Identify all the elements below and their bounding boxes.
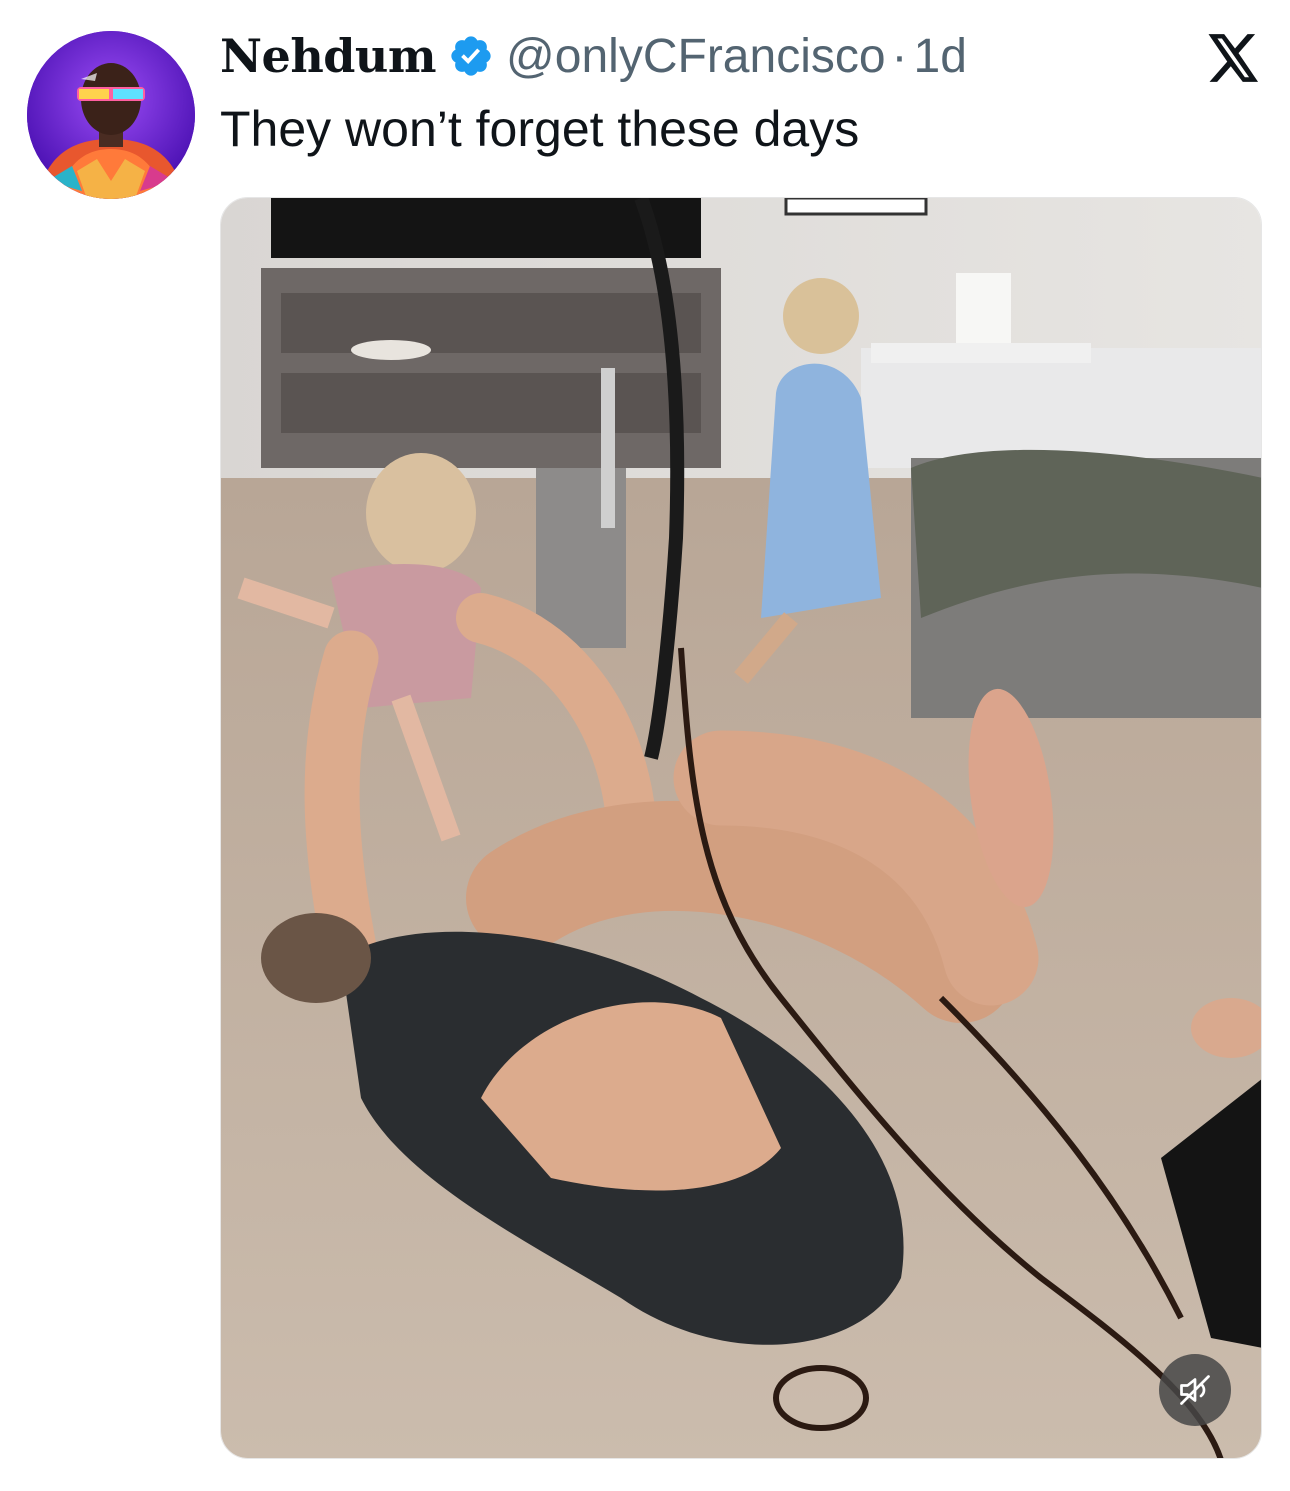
author-display-name[interactable]: Nehdum [220, 29, 437, 83]
tweet-header: Nehdum @onlyCFrancisco · 1d [220, 24, 967, 88]
video-frame [221, 198, 1261, 1458]
tweet-text: They won’t forget these days [220, 101, 860, 157]
separator-dot: · [891, 29, 908, 83]
speaker-muted-icon [1177, 1372, 1213, 1408]
tweet-video[interactable] [220, 197, 1262, 1459]
tweet-timestamp[interactable]: 1d [914, 29, 967, 84]
x-logo-icon[interactable] [1208, 34, 1260, 82]
mute-toggle-button[interactable] [1159, 1354, 1231, 1426]
verified-badge-icon [448, 33, 494, 79]
author-handle[interactable]: @onlyCFrancisco [506, 29, 886, 84]
user-avatar[interactable] [27, 31, 195, 199]
